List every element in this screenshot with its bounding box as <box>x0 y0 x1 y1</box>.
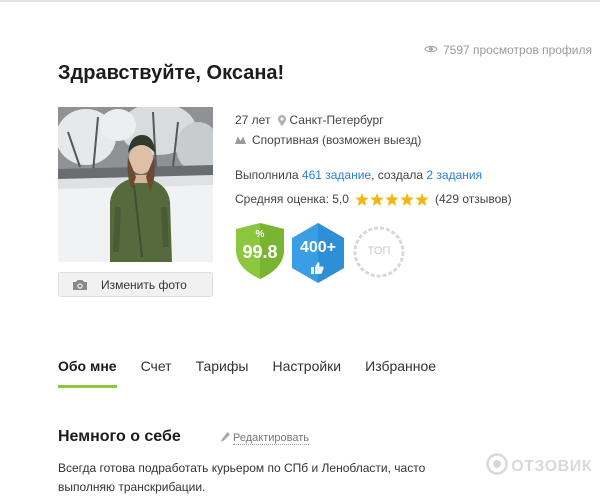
rating-row: Средняя оценка: 5,0 (429 отзывов) <box>235 192 512 206</box>
tasks-row: Выполнила 461 задание, создала 2 задания <box>235 168 482 182</box>
about-text: Всегда готова подработать курьером по СП… <box>58 461 426 494</box>
star-icon <box>400 192 414 206</box>
change-photo-button[interactable]: Изменить фото <box>58 272 213 297</box>
tab-settings[interactable]: Настройки <box>272 358 341 388</box>
reviews-badge[interactable]: 400+ <box>290 222 346 284</box>
star-icon <box>355 192 369 206</box>
city-text: Санкт-Петербург <box>289 113 384 127</box>
profile-photo[interactable] <box>58 107 213 262</box>
location-pin-icon <box>278 114 287 126</box>
created-tasks-link[interactable]: 2 задания <box>426 168 482 182</box>
completed-tasks-link[interactable]: 461 задание <box>302 168 371 182</box>
top-badge-label: ТОП <box>367 245 391 257</box>
metro-icon <box>235 136 246 145</box>
top-divider <box>0 0 600 2</box>
percent-symbol: % <box>255 229 265 240</box>
change-photo-label: Изменить фото <box>101 277 187 292</box>
profile-views: 7597 просмотров профиля <box>424 43 592 57</box>
profile-tabs: Обо мне Счет Тарифы Настройки Избранное <box>58 358 460 388</box>
page-title: Здравствуйте, Оксана! <box>58 62 285 84</box>
edit-about-label: Редактировать <box>233 432 309 445</box>
rating-label: Средняя оценка: 5,0 <box>235 192 349 206</box>
eye-icon <box>424 43 438 57</box>
thumbs-up-icon <box>311 261 324 279</box>
age-city-row: 27 лет Санкт-Петербург <box>235 113 384 127</box>
percent-value: 99.8 <box>242 242 278 262</box>
watermark-logo-icon <box>486 453 508 480</box>
about-title: Немного о себе <box>58 428 181 445</box>
tab-favorites[interactable]: Избранное <box>365 358 436 388</box>
reviews-count: (429 отзывов) <box>434 192 512 206</box>
watermark: ОТЗОВИК <box>486 453 592 480</box>
tab-about[interactable]: Обо мне <box>58 358 117 388</box>
star-icon <box>370 192 384 206</box>
tab-tariffs[interactable]: Тарифы <box>196 358 249 388</box>
created-prefix: , создала <box>371 168 424 182</box>
metro-text: Спортивная (возможен выезд) <box>252 133 422 147</box>
star-icon <box>385 192 399 206</box>
rating-stars <box>355 192 429 206</box>
profile-views-text: 7597 просмотров профиля <box>442 43 592 57</box>
reviews-badge-value: 400+ <box>299 239 337 256</box>
pencil-icon <box>221 432 230 445</box>
age-text: 27 лет <box>235 113 271 127</box>
tab-account[interactable]: Счет <box>141 358 172 388</box>
edit-about-link[interactable]: Редактировать <box>221 432 309 445</box>
completed-prefix: Выполнила <box>235 168 299 182</box>
percent-badge[interactable]: % 99.8 <box>234 222 286 280</box>
watermark-text: ОТЗОВИК <box>511 457 592 475</box>
camera-icon <box>72 279 88 291</box>
metro-row: Спортивная (возможен выезд) <box>235 133 421 147</box>
star-icon <box>415 192 429 206</box>
top-badge[interactable]: ТОП <box>352 224 406 280</box>
